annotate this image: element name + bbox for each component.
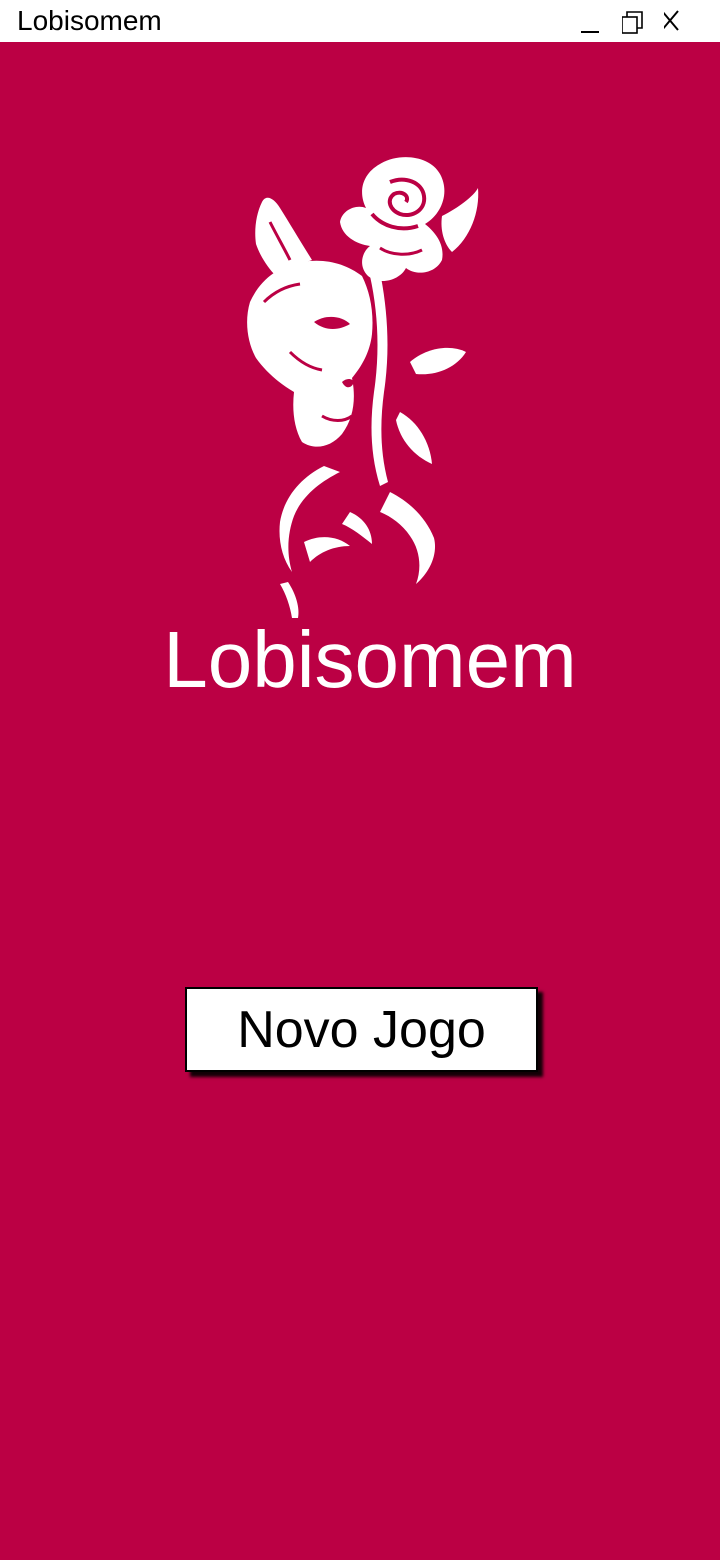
restore-icon (622, 11, 643, 34)
app-title: Lobisomem (163, 615, 577, 704)
main-content: Lobisomem Novo Jogo (0, 42, 720, 1560)
maximize-button[interactable] (622, 0, 662, 42)
wolf-rose-logo-icon (247, 157, 479, 618)
close-button[interactable] (664, 0, 704, 42)
title-bar[interactable]: Lobisomem (0, 0, 720, 42)
window-title: Lobisomem (17, 5, 162, 36)
minimize-icon (581, 31, 599, 33)
close-icon (664, 10, 679, 31)
minimize-button[interactable] (580, 0, 620, 42)
app-window: Lobisomem Lobisomem Novo Jogo (0, 0, 720, 1560)
new-game-button[interactable]: Novo Jogo (185, 987, 538, 1072)
window-controls (580, 0, 720, 42)
